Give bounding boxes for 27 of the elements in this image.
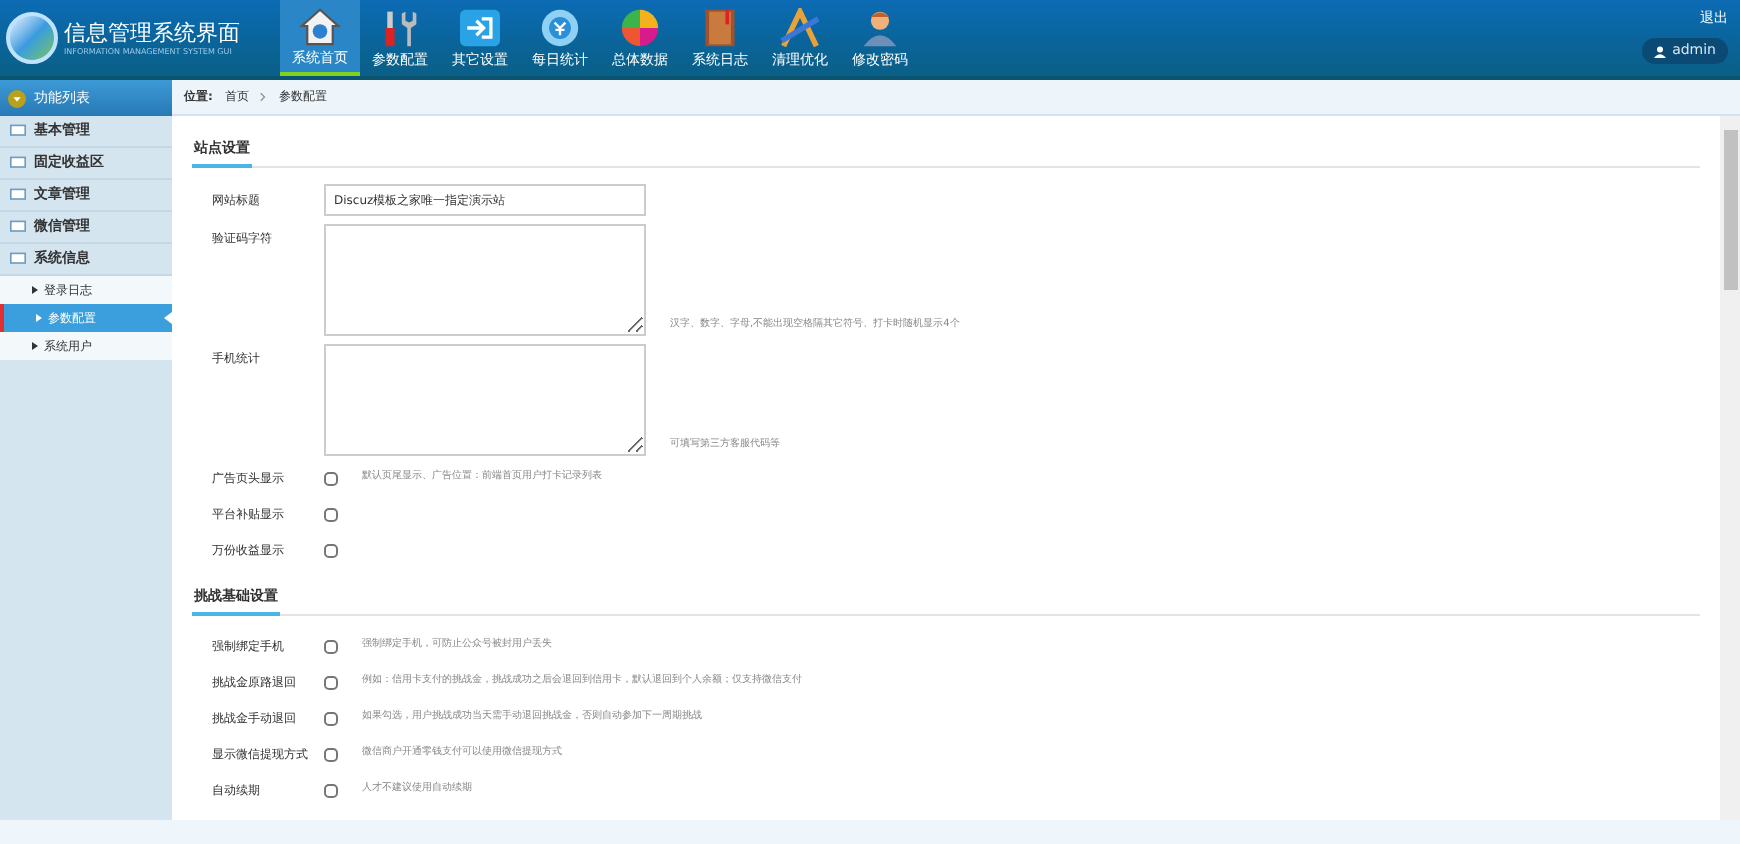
person-icon xyxy=(858,7,902,47)
breadcrumb-separator-icon xyxy=(260,92,267,102)
monitor-icon xyxy=(10,220,26,234)
bullet-icon xyxy=(36,314,42,322)
bullet-icon xyxy=(32,342,38,350)
ruler-pencil-icon xyxy=(778,7,822,47)
collapse-icon xyxy=(8,89,26,107)
checkbox[interactable] xyxy=(324,543,338,557)
checkbox[interactable] xyxy=(324,639,338,653)
monitor-icon xyxy=(10,252,26,266)
checkbox[interactable] xyxy=(324,471,338,485)
pie-chart-icon xyxy=(618,7,662,47)
logo-title: 信息管理系统界面 xyxy=(64,20,240,46)
scrollbar[interactable] xyxy=(1720,116,1740,820)
checkbox[interactable] xyxy=(324,507,338,521)
house-icon xyxy=(298,5,342,45)
monitor-icon xyxy=(10,124,26,138)
checkbox[interactable] xyxy=(324,783,338,797)
user-icon xyxy=(1654,45,1667,57)
checkbox[interactable] xyxy=(324,711,338,725)
bullet-icon xyxy=(32,286,38,294)
monitor-icon xyxy=(10,156,26,170)
checkbox[interactable] xyxy=(324,675,338,689)
monitor-icon xyxy=(10,188,26,202)
globe-logo-icon xyxy=(6,12,58,64)
checkbox[interactable] xyxy=(324,747,338,761)
yen-coin-icon xyxy=(538,7,582,47)
